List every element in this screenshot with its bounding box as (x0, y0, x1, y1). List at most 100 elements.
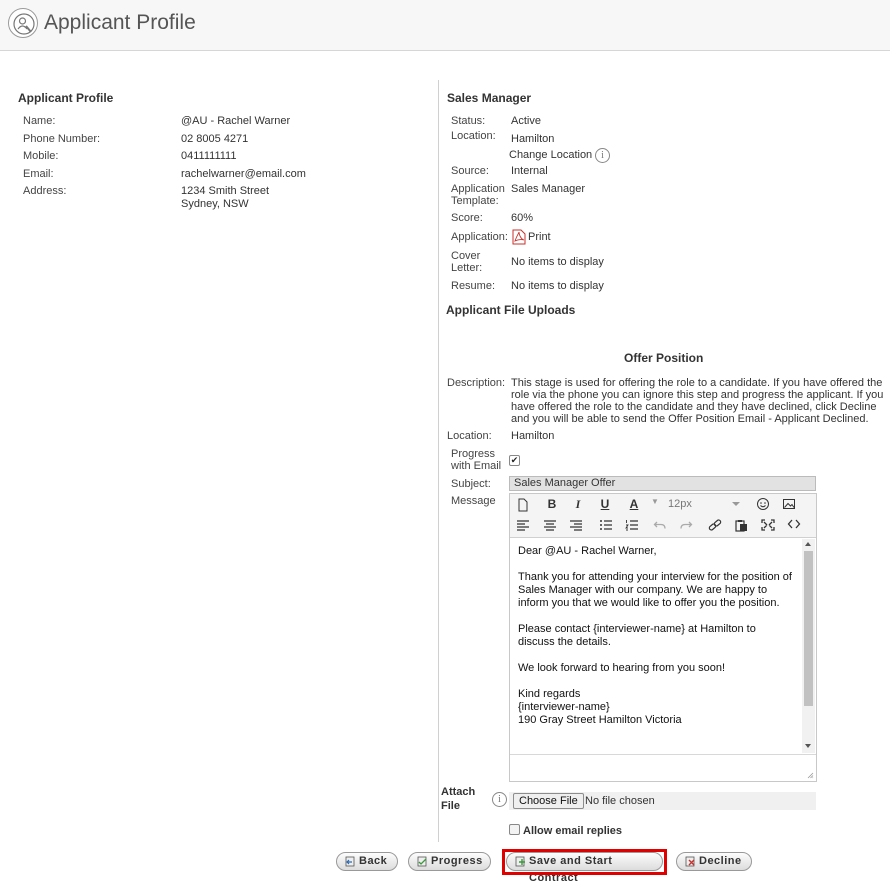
link-icon[interactable] (708, 519, 724, 531)
numbered-list-icon[interactable] (625, 519, 641, 531)
font-size-caret-icon (732, 502, 740, 506)
message-editor: B I U A ▼ 12px Dear @AU - Rachel Warner,… (509, 493, 817, 782)
image-icon[interactable] (782, 497, 798, 511)
address-line-2: Sydney, NSW (181, 198, 249, 210)
undo-icon[interactable] (653, 519, 669, 531)
decline-button[interactable]: Decline (676, 852, 752, 871)
message-paragraph-2: Please contact {interviewer-name} at Ham… (518, 623, 756, 648)
progress-icon (417, 856, 427, 867)
message-signature: Kind regards {interviewer-name} 190 Gray… (518, 688, 682, 726)
file-input: Choose File No file chosen (509, 792, 816, 810)
status-label: Status: (451, 115, 486, 127)
resume-label: Resume: (451, 280, 496, 292)
bold-icon[interactable]: B (544, 497, 560, 511)
pdf-icon[interactable] (512, 229, 526, 245)
scroll-up-icon[interactable] (805, 542, 811, 546)
name-value: @AU - Rachel Warner (181, 115, 291, 127)
decline-icon (685, 856, 695, 867)
italic-icon[interactable]: I (570, 497, 586, 512)
source-value: Internal (511, 165, 548, 177)
column-divider (438, 80, 439, 842)
top-bar: Applicant Profile (0, 0, 890, 51)
attach-label-line-2: File (441, 800, 460, 812)
template-label-line-1: Application (451, 183, 505, 195)
subject-label: Subject: (451, 478, 491, 490)
allow-replies-checkbox[interactable] (509, 824, 520, 835)
font-color-icon[interactable]: A (626, 497, 642, 511)
name-label: Name: (23, 115, 56, 127)
align-left-icon[interactable] (516, 519, 532, 531)
message-greeting: Dear @AU - Rachel Warner, (518, 545, 657, 557)
choose-file-button[interactable]: Choose File (513, 793, 584, 809)
mobile-label: Mobile: (23, 150, 59, 162)
location-label: Location: (451, 130, 496, 142)
score-label: Score: (451, 212, 483, 224)
phone-value: 02 8005 4271 (181, 133, 249, 145)
template-label-line-2: Template: (451, 195, 499, 207)
progress-email-label-line-2: with Email (451, 460, 502, 472)
address-label: Address: (23, 185, 67, 197)
progress-label: Progress (431, 855, 483, 867)
print-link[interactable]: Print (528, 231, 551, 243)
description-label: Description: (447, 377, 506, 389)
subject-field[interactable]: Sales Manager Offer (509, 476, 816, 491)
progress-button[interactable]: Progress (408, 852, 491, 871)
redo-icon[interactable] (679, 519, 695, 531)
source-code-icon[interactable] (787, 518, 803, 530)
paste-icon[interactable] (734, 519, 750, 532)
offer-location-label: Location: (447, 430, 492, 442)
attach-info-icon[interactable]: i (492, 792, 507, 807)
job-heading: Sales Manager (447, 91, 532, 105)
emoji-icon[interactable] (756, 497, 772, 511)
font-size-select[interactable]: 12px (668, 498, 740, 513)
highlight-box (502, 849, 667, 875)
address-line-1: 1234 Smith Street (181, 185, 270, 197)
allow-replies-label: Allow email replies (523, 825, 623, 837)
offer-heading: Offer Position (624, 351, 704, 365)
message-paragraph-1: Thank you for attending your interview f… (518, 571, 792, 609)
message-label: Message (451, 495, 496, 507)
align-center-icon[interactable] (543, 519, 559, 531)
change-location-link[interactable]: Change Location (509, 149, 592, 161)
location-value: Hamilton (511, 133, 555, 145)
fullscreen-icon[interactable] (761, 519, 777, 531)
description-text: This stage is used for offering the role… (511, 377, 884, 425)
scroll-thumb[interactable] (804, 551, 813, 706)
source-label: Source: (451, 165, 489, 177)
editor-status-bar (510, 754, 816, 781)
template-value: Sales Manager (511, 183, 585, 195)
align-right-icon[interactable] (569, 519, 585, 531)
back-icon (345, 856, 355, 867)
resize-handle-icon[interactable] (807, 772, 814, 779)
info-icon[interactable]: i (595, 148, 610, 163)
uploads-heading: Applicant File Uploads (446, 303, 576, 317)
applicant-heading: Applicant Profile (18, 91, 114, 105)
bullet-list-icon[interactable] (599, 519, 615, 531)
progress-email-label-line-1: Progress (451, 448, 496, 460)
editor-toolbar: B I U A ▼ 12px (510, 494, 816, 538)
email-value: rachelwarner@email.com (181, 168, 306, 180)
cover-label-line-2: Letter: (451, 262, 483, 274)
mobile-value: 0411111111 (181, 150, 237, 162)
decline-label: Decline (699, 855, 742, 867)
page-title: Applicant Profile (44, 11, 196, 34)
scroll-down-icon[interactable] (805, 744, 811, 748)
new-document-icon[interactable] (516, 498, 532, 512)
message-body[interactable]: Dear @AU - Rachel Warner, Thank you for … (510, 539, 802, 753)
back-label: Back (359, 855, 388, 867)
back-button[interactable]: Back (336, 852, 398, 871)
font-size-value: 12px (668, 498, 692, 510)
offer-location-value: Hamilton (511, 430, 555, 442)
cover-label-line-1: Cover (451, 250, 481, 262)
resume-value: No items to display (511, 280, 604, 292)
progress-with-email-checkbox[interactable]: ✔ (509, 455, 520, 466)
underline-icon[interactable]: U (597, 497, 613, 511)
attach-label-line-1: Attach (441, 786, 476, 798)
phone-label: Phone Number: (23, 133, 101, 145)
message-paragraph-3: We look forward to hearing from you soon… (518, 662, 726, 674)
message-scrollbar[interactable] (802, 539, 815, 753)
font-color-caret-icon[interactable]: ▼ (647, 497, 663, 506)
no-file-text: No file chosen (585, 795, 655, 807)
status-value: Active (511, 115, 541, 127)
application-label: Application: (451, 231, 508, 243)
